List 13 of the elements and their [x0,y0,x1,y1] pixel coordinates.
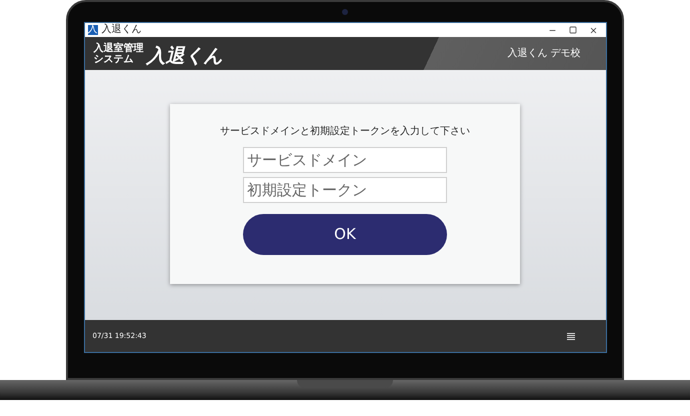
menu-icon[interactable] [566,332,574,340]
maximize-icon[interactable] [568,26,576,34]
input-field[interactable]: 初期設定トークン [243,177,447,203]
close-icon[interactable] [588,26,598,34]
ok-button[interactable]: OK [243,214,447,255]
school-name: 入退くん デモ校 [507,46,580,61]
camera-icon [342,9,348,15]
logo-subtitle: 入退室管理 [94,42,144,54]
window-title: 入退くん [102,24,142,36]
logo-subtitle: システム [94,54,134,64]
input-field[interactable]: サービスドメイン [243,147,447,173]
logo-name: 入退くん [146,44,222,66]
instruction-text: サービスドメインと初期設定トークンを入力して下さい [220,124,470,139]
